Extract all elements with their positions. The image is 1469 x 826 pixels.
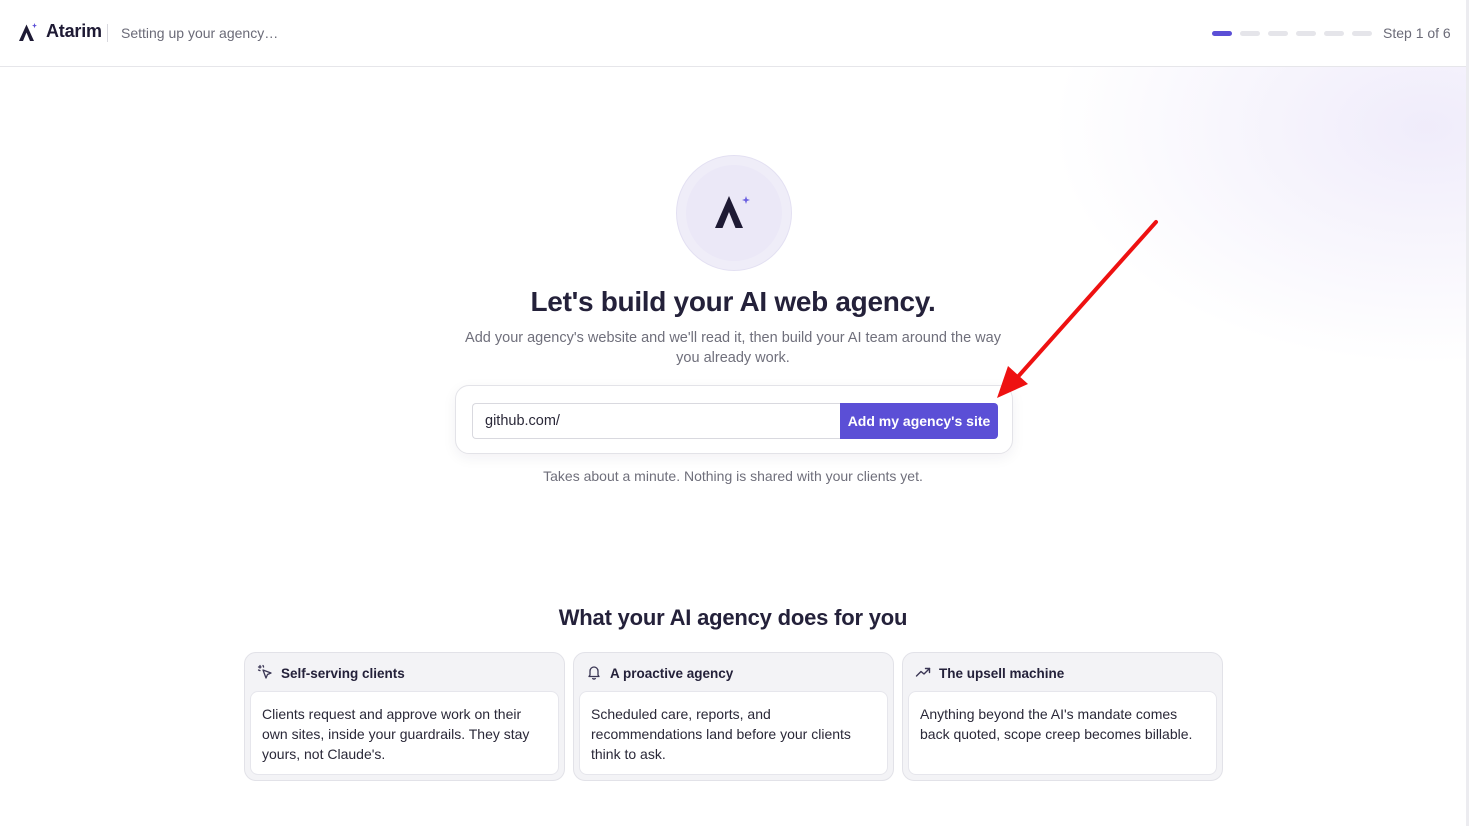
bell-icon: [586, 664, 602, 683]
features-title: What your AI agency does for you: [558, 605, 908, 630]
atarim-logo-icon: [18, 22, 38, 42]
feature-card-body: Clients request and approve work on thei…: [250, 691, 559, 775]
feature-card-header: Self-serving clients: [257, 664, 405, 683]
feature-card-proactive: A proactive agency Scheduled care, repor…: [573, 652, 894, 781]
feature-card-title: A proactive agency: [610, 666, 734, 681]
header-subtitle: Setting up your agency…: [121, 25, 279, 41]
website-url-input[interactable]: [472, 403, 840, 439]
step-segment: [1268, 31, 1288, 36]
feature-card-upsell: The upsell machine Anything beyond the A…: [902, 652, 1223, 781]
top-bar: Atarim Setting up your agency… Step 1 of…: [0, 0, 1466, 67]
feature-card-body: Anything beyond the AI's mandate comes b…: [908, 691, 1217, 775]
background-glow: [1049, 67, 1469, 367]
step-segment: [1296, 31, 1316, 36]
website-form: Add my agency's site: [455, 385, 1013, 454]
page-subtitle: Add your agency's website and we'll read…: [465, 330, 1001, 366]
brand-name: Atarim: [46, 21, 102, 41]
step-segment: [1240, 31, 1260, 36]
feature-card-header: The upsell machine: [915, 664, 1064, 683]
sparkle-cursor-icon: [257, 664, 273, 683]
page-title: Let's build your AI web agency.: [530, 286, 936, 317]
feature-card-header: A proactive agency: [586, 664, 733, 683]
feature-card-self-serving: Self-serving clients Clients request and…: [244, 652, 565, 781]
step-segment: [1324, 31, 1344, 36]
feature-card-title: Self-serving clients: [281, 666, 405, 681]
header-divider: [107, 24, 108, 42]
step-segment: [1352, 31, 1372, 36]
step-label: Step 1 of 6: [1383, 25, 1451, 41]
atarim-sparkle-logo-icon: [714, 193, 754, 234]
feature-card-body: Scheduled care, reports, and recommendat…: [579, 691, 888, 775]
brand[interactable]: Atarim: [18, 21, 102, 42]
trending-up-icon: [915, 664, 931, 683]
hero-logo: [676, 155, 792, 271]
hero-logo-inner: [686, 165, 782, 261]
step-segment: [1212, 31, 1232, 36]
form-hint: Takes about a minute. Nothing is shared …: [543, 468, 923, 484]
add-agency-site-button[interactable]: Add my agency's site: [840, 403, 998, 439]
feature-card-title: The upsell machine: [939, 666, 1065, 681]
step-progress: [1212, 31, 1372, 36]
